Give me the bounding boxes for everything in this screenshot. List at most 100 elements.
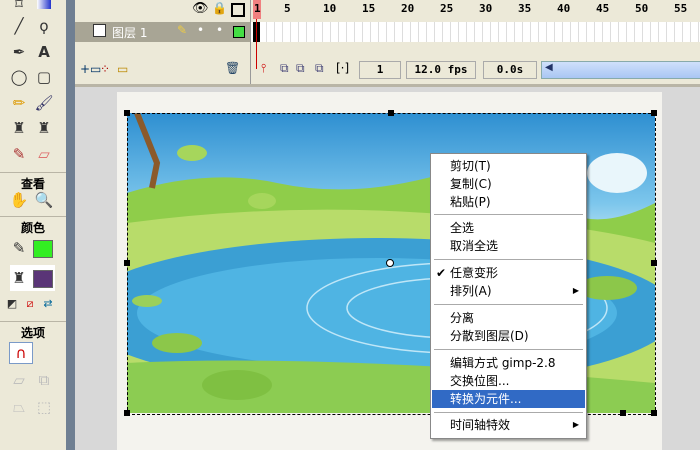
menu-item-cut[interactable]: 剪切(T) [432,157,585,175]
frames-area[interactable]: ⫯ ⧉ ⧉ ⧉ [·] 1 12.0 fps 0.0s ◀ 1 5 10 15 20 25… [251,0,700,84]
lock-dot[interactable]: • [216,23,223,37]
paint-bucket-tool[interactable]: ♜ [33,118,55,138]
layer-icon [93,24,106,37]
menu-label: 复制(C) [450,177,492,191]
timeline-scrollbar[interactable]: ◀ [541,61,700,79]
no-color-icon[interactable]: ⧄ [22,294,38,314]
menu-separator [434,349,583,350]
pen-tool[interactable]: ✒ [8,42,30,62]
transform-handle[interactable] [651,410,657,416]
submenu-arrow-icon: ▶ [572,286,579,295]
menu-item-swap-bitmap[interactable]: 交换位图... [432,372,585,390]
text-tool[interactable]: A [33,42,55,62]
transform-handle[interactable] [651,110,657,116]
hand-tool[interactable]: ✋ [8,190,30,210]
menu-label: 分离 [450,311,475,325]
panel-divider[interactable] [66,0,75,450]
transform-handle[interactable] [388,110,394,116]
eye-icon[interactable]: 👁 [192,1,209,16]
menu-item-free-transform[interactable]: ✔ 任意变形 [432,264,585,282]
menu-item-copy[interactable]: 复制(C) [432,175,585,193]
menu-label: 分散到图层(D) [450,329,529,343]
lasso-tool[interactable]: ϙ [33,16,55,36]
scroll-left-icon[interactable]: ◀ [545,62,553,73]
transform-handle[interactable] [620,410,626,416]
transform-handle[interactable] [124,110,130,116]
playhead-line [256,19,257,69]
menu-item-deselect-all[interactable]: 取消全选 [432,237,585,255]
lock-icon[interactable]: 🔒 [212,1,227,15]
add-folder-icon[interactable]: ▭ [117,62,128,76]
envelope-option-icon: ⬚ [36,398,52,416]
snap-magnet-icon[interactable]: ∩ [9,342,33,364]
stroke-color-swatch[interactable] [33,240,53,258]
frame-number: 50 [635,2,649,15]
ink-bottle-tool[interactable]: ♜ [8,118,30,138]
oval-tool[interactable]: ◯ [8,67,30,87]
menu-label: 时间轴特效 [450,418,511,432]
elapsed-time: 0.0s [483,61,537,79]
layer-color-swatch[interactable] [233,26,245,38]
transform-handle[interactable] [124,410,130,416]
frame-number: 45 [596,2,610,15]
fill-color-swatch[interactable] [33,270,53,288]
visibility-dot[interactable]: • [197,23,204,37]
brush-tool[interactable]: 🖌 [33,93,55,113]
menu-item-paste[interactable]: 粘贴(P) [432,193,585,211]
menu-item-convert-to-symbol[interactable]: 转换为元件... [432,390,585,408]
transform-center-point[interactable] [386,259,394,267]
menu-label: 编辑方式 gimp-2.8 [450,356,556,370]
submenu-arrow-icon: ▶ [572,420,579,429]
frame-number: 30 [479,2,493,15]
line-tool[interactable]: ╱ [8,16,30,36]
stroke-color-icon: ✎ [12,239,26,257]
menu-item-edit-with[interactable]: 编辑方式 gimp-2.8 [432,354,585,372]
transform-handle[interactable] [124,260,130,266]
frame-cells[interactable] [251,22,700,42]
add-layer-icon[interactable]: +▭ [80,62,101,76]
free-transform-tool[interactable]: ⌑ [8,0,30,14]
distort-option-icon: ⏢ [12,398,25,416]
black-white-icon[interactable]: ◩ [4,294,20,314]
frame-number: 25 [440,2,454,15]
menu-item-timeline-effects[interactable]: 时间轴特效 ▶ [432,416,585,434]
transform-handle[interactable] [651,260,657,266]
menu-item-distribute-to-layers[interactable]: 分散到图层(D) [432,327,585,345]
menu-item-select-all[interactable]: 全选 [432,219,585,237]
layer-row[interactable]: 图层 1 ✎ • • [75,22,250,42]
menu-label: 剪切(T) [450,159,491,173]
layer-name[interactable]: 图层 1 [112,24,147,41]
delete-layer-icon[interactable]: 🗑 [225,61,240,75]
menu-label: 任意变形 [450,266,499,280]
onion-skin-icon[interactable]: ⧉ [280,61,289,76]
colors-section-label: 颜色 [0,216,66,236]
frame-number: 5 [284,2,291,15]
eraser-tool[interactable]: ▱ [33,144,55,164]
pencil-tool[interactable]: ✏ [8,93,30,113]
tools-panel: ⌑ ╱ ϙ ✒ A ◯ ▢ ✏ 🖌 ♜ ♜ ✎ ▱ 查看 ✋ 🔍 颜色 ✎ ♜ … [0,0,66,450]
frame-rate[interactable]: 12.0 fps [406,61,476,79]
checkmark-icon: ✔ [436,266,447,280]
add-guide-layer-icon[interactable]: ⁘ [100,62,110,76]
menu-separator [434,412,583,413]
menu-label: 交换位图... [450,374,510,388]
menu-item-break-apart[interactable]: 分离 [432,309,585,327]
zoom-tool[interactable]: 🔍 [33,190,55,210]
center-frame-icon[interactable]: ⫯ [261,61,266,76]
frame-number: 1 [254,2,261,15]
frame-number: 40 [557,2,571,15]
frame-number: 35 [518,2,532,15]
gradient-tool[interactable] [33,0,55,14]
frame-number: 15 [362,2,376,15]
current-frame: 1 [359,61,401,79]
swap-colors-icon[interactable]: ⇄ [40,294,56,314]
edit-multiple-icon[interactable]: ⧉ [315,61,324,76]
onion-markers-icon[interactable]: [·] [336,61,349,75]
frame-number: 55 [674,2,688,15]
timeline-panel: 👁 🔒 图层 1 ✎ • • +▭ ⁘ ▭ 🗑 ⫯ ⧉ ⧉ ⧉ [·] 1 12… [75,0,700,87]
rectangle-tool[interactable]: ▢ [33,67,55,87]
onion-outline-icon[interactable]: ⧉ [296,61,305,76]
eyedropper-tool[interactable]: ✎ [8,144,30,164]
menu-item-arrange[interactable]: 排列(A) ▶ [432,282,585,300]
outline-icon[interactable] [231,3,245,17]
